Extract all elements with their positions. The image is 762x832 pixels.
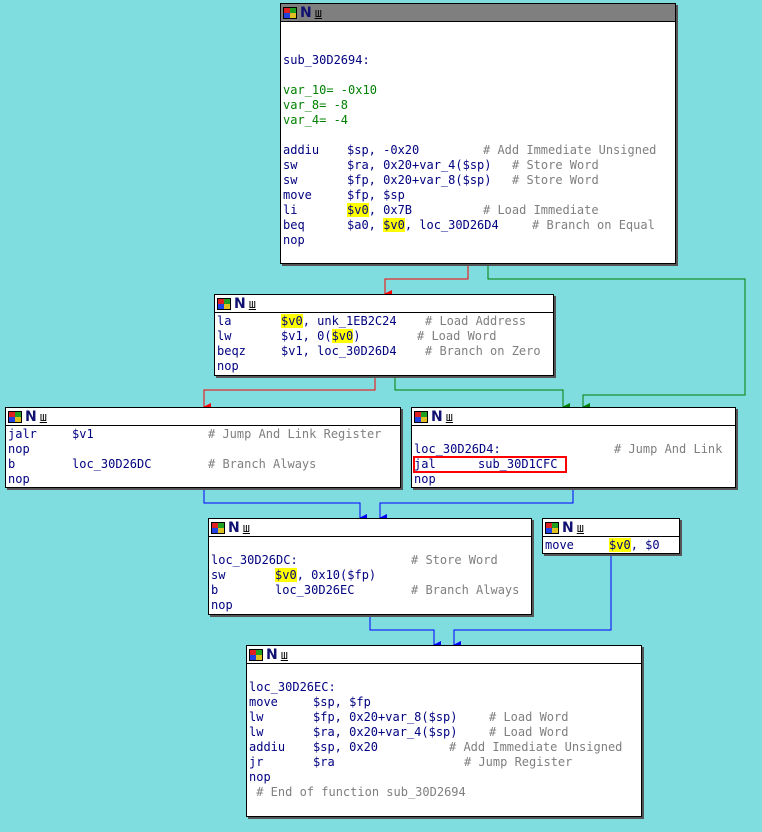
node-code: loc_30D26EC: move $sp, $fp lw $fp, 0x20+va… [247, 664, 641, 801]
node-loc-30d26d4[interactable]: N ш loc_30D26D4: # Jump And Link jal sub_3… [411, 407, 736, 488]
location-label-line[interactable]: loc_30D26D4: # Jump And Link [414, 442, 733, 457]
color-palette-icon[interactable] [217, 297, 231, 310]
location-label-line[interactable]: loc_30D26DC: # Store Word [211, 553, 529, 568]
instruction-line[interactable]: lw $fp, 0x20+var_8($sp) # Load Word [249, 710, 639, 725]
instruction-line[interactable]: nop [217, 359, 551, 374]
edge-n5-n7 [369, 614, 441, 649]
instruction-line[interactable]: b loc_30D26DC # Branch Always [8, 457, 398, 472]
instruction-line[interactable]: nop [249, 770, 639, 785]
location-label-line[interactable]: loc_30D26EC: [249, 680, 639, 695]
var-line: var_10= -0x10 [283, 83, 377, 97]
instruction-line[interactable]: lw $v1, 0($v0) # Load Word [217, 329, 551, 344]
edge-n2-n4-true [394, 375, 570, 411]
node-titlebar[interactable]: N ш [6, 408, 400, 426]
node-n-icon[interactable]: N [234, 297, 246, 311]
graph-icon[interactable]: ш [446, 411, 453, 423]
node-titlebar[interactable]: N ш [412, 408, 735, 426]
var-line: var_8= -8 [283, 98, 349, 112]
instruction-line[interactable]: move $v0, $0 [545, 538, 677, 553]
graph-icon[interactable]: ш [577, 522, 584, 534]
graph-icon[interactable]: ш [40, 411, 47, 423]
node-code: sub_30D2694: var_10= -0x10 var_8= -8 var… [281, 22, 675, 249]
node-n-icon[interactable]: N [562, 521, 574, 535]
color-palette-icon[interactable] [249, 648, 263, 661]
instruction-line[interactable]: nop [8, 472, 398, 487]
node-code: loc_30D26D4: # Jump And Link jal sub_30D1C… [412, 426, 735, 487]
instruction-line[interactable]: addiu $sp, 0x20 # Add Immediate Unsigned [249, 740, 639, 755]
instruction-line[interactable]: la $v0, unk_1EB2C24 # Load Address [217, 314, 551, 329]
edge-n3-n5 [203, 487, 367, 522]
edge-n4-n5 [379, 487, 574, 522]
register-highlight[interactable]: $v0 [383, 218, 405, 232]
register-highlight[interactable]: $v0 [281, 314, 303, 328]
edge-n2-n3-false [203, 375, 376, 411]
instruction-line[interactable]: sw $fp, 0x20+var_8($sp) # Store Word [283, 173, 673, 188]
node-code: move $v0, $0 [543, 537, 679, 553]
instruction-line[interactable]: beqz $v1, loc_30D26D4 # Branch on Zero [217, 344, 551, 359]
node-titlebar[interactable]: N ш [215, 295, 553, 313]
instruction-line[interactable]: b loc_30D26EC # Branch Always [211, 583, 529, 598]
graph-icon[interactable]: ш [249, 298, 256, 310]
node-move-v0[interactable]: N ш move $v0, $0 [542, 518, 680, 554]
edge-n1-n2-false [384, 263, 469, 298]
node-la-block[interactable]: N ш la $v0, unk_1EB2C24 # Load Address lw $… [214, 294, 554, 376]
instruction-line[interactable]: nop [8, 442, 398, 457]
instruction-line[interactable]: nop [414, 472, 733, 487]
node-titlebar[interactable]: N ш [209, 519, 531, 537]
selected-instruction-line[interactable]: jal sub_30D1CFC [413, 456, 567, 473]
graph-icon[interactable]: ш [243, 522, 250, 534]
instruction-line[interactable]: li $v0, 0x7B # Load Immediate [283, 203, 673, 218]
graph-icon[interactable]: ш [281, 649, 288, 661]
graph-icon[interactable]: ш [315, 7, 322, 19]
var-line: var_4= -4 [283, 113, 349, 127]
register-highlight[interactable]: $v0 [331, 329, 354, 343]
instruction-line[interactable]: sw $v0, 0x10($fp) [211, 568, 529, 583]
function-label[interactable]: sub_30D2694: [283, 53, 673, 68]
node-titlebar[interactable]: N ш [281, 4, 675, 22]
node-n-icon[interactable]: N [266, 648, 278, 662]
instruction-line[interactable]: jr $ra # Jump Register [249, 755, 639, 770]
instruction-line[interactable]: lw $ra, 0x20+var_4($sp) # Load Word [249, 725, 639, 740]
instruction-line[interactable]: nop [211, 598, 529, 613]
node-n-icon[interactable]: N [25, 410, 37, 424]
node-n-icon[interactable]: N [300, 6, 312, 20]
color-palette-icon[interactable] [414, 410, 428, 423]
instruction-line[interactable]: beq $a0, $v0, loc_30D26D4 # Branch on Equa… [283, 218, 673, 233]
node-n-icon[interactable]: N [228, 521, 240, 535]
color-palette-icon[interactable] [8, 410, 22, 423]
instruction-line[interactable]: move $fp, $sp [283, 188, 673, 203]
node-code: la $v0, unk_1EB2C24 # Load Address lw $v1, … [215, 313, 553, 375]
node-jalr-block[interactable]: N ш jalr $v1 # Jump And Link Register nop … [5, 407, 401, 488]
node-titlebar[interactable]: N ш [247, 646, 641, 664]
node-code: jalr $v1 # Jump And Link Register nop b loc… [6, 426, 400, 487]
node-loc-30d26dc[interactable]: N ш loc_30D26DC: # Store Word sw $v0, 0x10… [208, 518, 532, 615]
instruction-line[interactable]: jalr $v1 # Jump And Link Register [8, 427, 398, 442]
register-highlight[interactable]: $v0 [275, 568, 297, 582]
node-n-icon[interactable]: N [431, 410, 443, 424]
register-highlight[interactable]: $v0 [347, 203, 369, 217]
node-titlebar[interactable]: N ш [543, 519, 679, 537]
node-loc-30d26ec[interactable]: N ш loc_30D26EC: move $sp, $fp lw $fp, 0x2… [246, 645, 642, 817]
color-palette-icon[interactable] [211, 521, 225, 534]
node-sub-30d2694[interactable]: N ш sub_30D2694: var_10= -0x10 var_8= -8… [280, 3, 676, 264]
end-of-function-comment: # End of function sub_30D2694 [249, 785, 466, 799]
instruction-line[interactable]: addiu $sp, -0x20 # Add Immediate Unsigned [283, 143, 673, 158]
instruction-line[interactable]: nop [283, 233, 673, 248]
instruction-line[interactable]: sw $ra, 0x20+var_4($sp) # Store Word [283, 158, 673, 173]
color-palette-icon[interactable] [545, 521, 559, 534]
instruction-line[interactable]: move $sp, $fp [249, 695, 639, 710]
register-highlight[interactable]: $v0 [609, 538, 631, 552]
node-code: loc_30D26DC: # Store Word sw $v0, 0x10($fp… [209, 537, 531, 614]
color-palette-icon[interactable] [283, 6, 297, 19]
